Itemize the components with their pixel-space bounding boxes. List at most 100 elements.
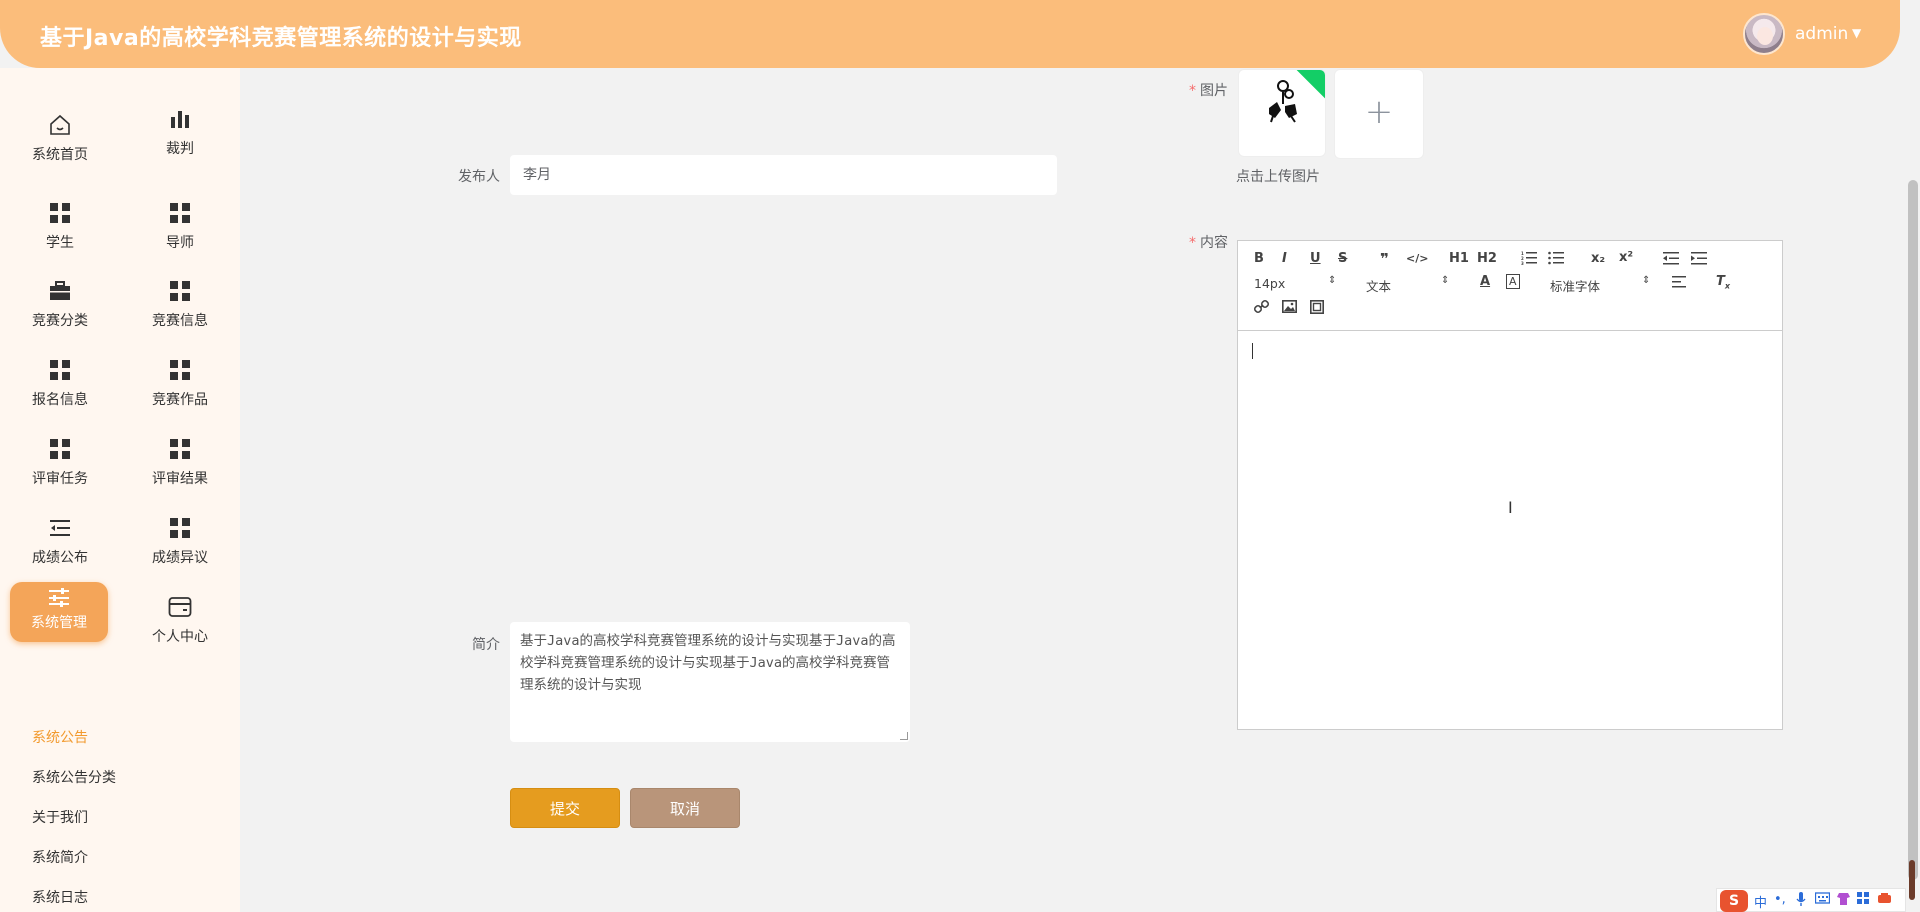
upload-tip: 点击上传图片 (1236, 169, 1320, 185)
wallet-icon (130, 592, 230, 622)
header2-button[interactable]: H2 (1477, 251, 1497, 266)
indent-icon[interactable] (1691, 252, 1707, 269)
grid-icon (130, 355, 230, 385)
briefcase-icon (10, 276, 110, 306)
grid-icon (130, 513, 230, 543)
clean-format-icon[interactable]: Tx (1716, 274, 1730, 291)
uploaded-image-thumbnail[interactable] (1238, 69, 1326, 157)
content-label: * 内容 (1189, 235, 1228, 251)
grid-icon (10, 434, 110, 464)
publisher-input[interactable]: 李月 (510, 155, 1057, 195)
publisher-label: 发布人 (458, 169, 500, 185)
menu-competition-category[interactable]: 竞赛分类 (10, 274, 110, 344)
menu-personal-center[interactable]: 个人中心 (130, 590, 230, 660)
header-select-caret: ⇕ (1441, 275, 1450, 286)
font-family-select[interactable]: 标准字体 (1550, 276, 1600, 295)
intro-textarea[interactable]: 基于Java的高校学科竞赛管理系统的设计与实现基于Java的高校学科竞赛管理系统… (510, 622, 910, 742)
menu-label: 成绩异议 (152, 550, 208, 566)
font-size-select[interactable]: 14px (1254, 276, 1285, 291)
ordered-list-icon[interactable]: 123 (1521, 251, 1537, 269)
submenu-system: 系统公告 系统公告分类 关于我们 系统简介 系统日志 (32, 718, 116, 912)
video-icon[interactable] (1310, 300, 1324, 318)
rich-text-editor: B I U S ❞ </> H1 H2 123 x₂ x² 14px ⇕ 文本 … (1237, 240, 1783, 730)
menu-label: 评审结果 (152, 471, 208, 487)
submenu-item-intro[interactable]: 系统简介 (32, 838, 116, 878)
text-cursor (1252, 343, 1253, 359)
scrollbar-marker (1909, 860, 1915, 900)
bullet-list-icon[interactable] (1548, 251, 1564, 269)
chevron-down-icon[interactable]: ▼ (1852, 26, 1861, 40)
menu-score-objection[interactable]: 成绩异议 (130, 511, 230, 581)
keyboard-icon[interactable] (1814, 892, 1831, 908)
skin-icon[interactable] (1836, 892, 1851, 910)
align-icon[interactable] (1672, 276, 1686, 292)
background-color-icon[interactable]: A (1506, 274, 1520, 289)
menu-label: 评审任务 (32, 471, 88, 487)
grid-icon (130, 434, 230, 464)
header-select[interactable]: 文本 (1366, 276, 1391, 295)
ime-mode[interactable]: 中 (1754, 892, 1767, 911)
menu-registration[interactable]: 报名信息 (10, 353, 110, 423)
submit-button[interactable]: 提交 (510, 788, 620, 828)
italic-button[interactable]: I (1282, 251, 1287, 266)
menu-score-publish[interactable]: 成绩公布 (10, 511, 110, 581)
blockquote-button[interactable]: ❞ (1380, 250, 1389, 268)
menu-label: 裁判 (166, 141, 194, 157)
bold-button[interactable]: B (1254, 251, 1264, 266)
cancel-button[interactable]: 取消 (630, 788, 740, 828)
font-color-icon[interactable]: A (1480, 274, 1490, 289)
strike-button[interactable]: S (1338, 251, 1347, 266)
menu-label: 个人中心 (152, 629, 208, 645)
superscript-button[interactable]: x² (1619, 250, 1633, 265)
scrollbar-thumb[interactable] (1908, 180, 1918, 880)
menu-label: 学生 (46, 235, 74, 251)
code-block-button[interactable]: </> (1406, 252, 1428, 265)
ime-punctuation[interactable]: •, (1774, 892, 1786, 907)
menu-home[interactable]: 系统首页 (10, 108, 110, 178)
grid-menu-icon[interactable] (1857, 892, 1870, 909)
menu-label: 导师 (166, 235, 194, 251)
menu-label: 报名信息 (32, 392, 88, 408)
header1-button[interactable]: H1 (1449, 251, 1469, 266)
font-size-select-caret: ⇕ (1328, 275, 1337, 286)
editor-toolbar: B I U S ❞ </> H1 H2 123 x₂ x² 14px ⇕ 文本 … (1238, 241, 1782, 331)
submenu-item-notice[interactable]: 系统公告 (32, 718, 116, 758)
menu-label: 系统管理 (31, 615, 87, 631)
microphone-icon[interactable] (1796, 892, 1806, 911)
menu-label: 成绩公布 (32, 550, 88, 566)
image-icon[interactable] (1282, 300, 1297, 317)
underline-button[interactable]: U (1310, 251, 1321, 266)
bar-chart-icon (130, 104, 230, 134)
ime-toolbar: S 中 •, (1716, 888, 1906, 912)
menu-works[interactable]: 竞赛作品 (130, 353, 230, 423)
subscript-button[interactable]: x₂ (1591, 251, 1605, 266)
menu-competition-info[interactable]: 竞赛信息 (130, 274, 230, 344)
menu-student[interactable]: 学生 (10, 196, 110, 266)
grid-icon (130, 198, 230, 228)
menu-label: 竞赛作品 (152, 392, 208, 408)
username[interactable]: admin (1795, 24, 1848, 44)
submenu-item-notice-category[interactable]: 系统公告分类 (32, 758, 116, 798)
menu-tutor[interactable]: 导师 (130, 196, 230, 266)
menu-system-management[interactable]: 系统管理 (10, 582, 108, 642)
grid-icon (10, 198, 110, 228)
resize-handle[interactable] (900, 732, 908, 740)
menu-review-task[interactable]: 评审任务 (10, 432, 110, 502)
list-indent-icon (10, 513, 110, 543)
link-icon[interactable] (1253, 299, 1270, 318)
submenu-item-log[interactable]: 系统日志 (32, 878, 116, 912)
outdent-icon[interactable] (1663, 252, 1679, 269)
intro-label: 简介 (472, 637, 500, 653)
font-family-select-caret: ⇕ (1642, 275, 1651, 286)
upload-add-button[interactable]: + (1334, 69, 1424, 159)
user-avatar[interactable] (1743, 13, 1785, 55)
menu-referee[interactable]: 裁判 (130, 102, 230, 172)
menu-label: 系统首页 (32, 147, 88, 163)
extra-tool-icon[interactable] (1877, 892, 1892, 909)
home-icon (10, 110, 110, 140)
submenu-item-about[interactable]: 关于我们 (32, 798, 116, 838)
ime-logo[interactable]: S (1720, 890, 1748, 912)
app-title: 基于Java的高校学科竞赛管理系统的设计与实现 (40, 26, 522, 51)
menu-review-result[interactable]: 评审结果 (130, 432, 230, 502)
menu-label: 竞赛分类 (32, 313, 88, 329)
